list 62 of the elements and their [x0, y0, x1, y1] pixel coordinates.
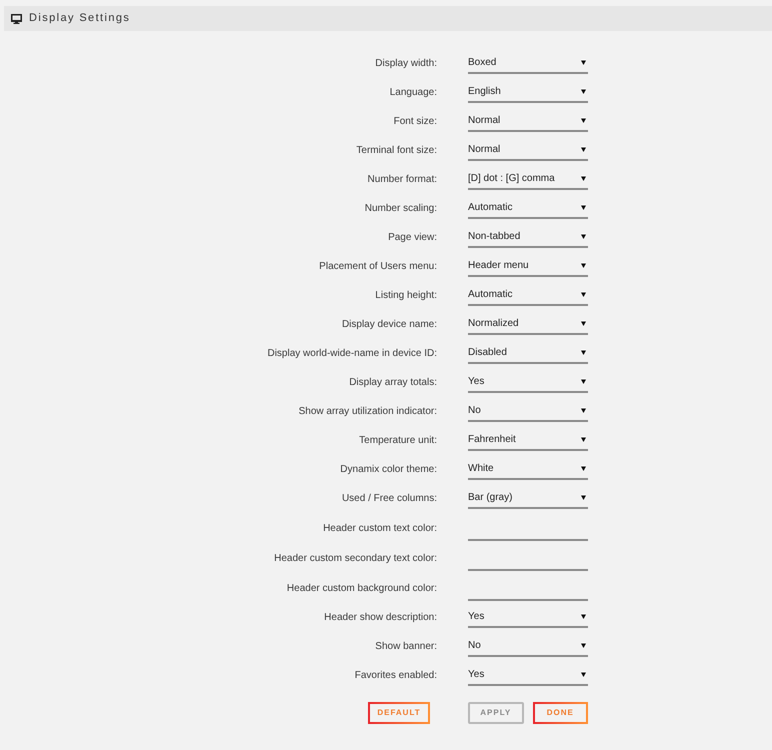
setting-label: Terminal font size: [356, 144, 437, 158]
setting-label: Font size: [394, 115, 437, 129]
setting-label: Placement of Users menu: [319, 260, 437, 274]
dropdown[interactable]: Normalized [468, 314, 588, 334]
dropdown[interactable]: Boxed [468, 54, 588, 74]
caret-icon [581, 643, 586, 648]
setting-label: Header custom text color: [323, 522, 437, 536]
setting-label: Header custom secondary text color: [274, 552, 437, 566]
setting-label: Display width: [375, 57, 437, 71]
setting-label: Header custom background color: [286, 582, 437, 596]
dropdown[interactable]: Normal [468, 112, 588, 132]
dropdown[interactable]: Automatic [468, 198, 588, 218]
caret-icon [581, 466, 586, 471]
setting-label: Show banner: [375, 640, 437, 654]
caret-icon [581, 263, 586, 268]
caret-icon [581, 321, 586, 326]
dropdown[interactable]: Yes [468, 608, 588, 628]
monitor-icon [11, 14, 22, 24]
caret-icon [581, 408, 586, 413]
setting-label: Display world-wide-name in device ID: [267, 347, 437, 361]
caret-icon [581, 495, 586, 500]
dropdown[interactable]: Bar (gray) [468, 488, 588, 508]
caret-icon [581, 118, 586, 123]
caret-icon [581, 379, 586, 384]
caret-icon [581, 614, 586, 619]
setting-label: Page view: [388, 231, 437, 245]
dropdown[interactable]: Yes [468, 666, 588, 686]
setting-label: Favorites enabled: [354, 669, 437, 683]
caret-icon [581, 205, 586, 210]
caret-icon [581, 147, 586, 152]
dropdown[interactable]: Automatic [468, 286, 588, 306]
caret-icon [581, 176, 586, 181]
setting-label: Listing height: [375, 289, 437, 303]
setting-label: Display device name: [342, 318, 437, 332]
dropdown[interactable]: No [468, 402, 588, 422]
dropdown[interactable]: Normal [468, 140, 588, 160]
caret-icon [581, 234, 586, 239]
caret-icon [581, 292, 586, 297]
setting-label: Display array totals: [349, 376, 437, 390]
dropdown[interactable]: English [468, 82, 588, 102]
setting-label: Number format: [368, 173, 437, 187]
setting-label: Temperature unit: [359, 434, 437, 448]
setting-label: Used / Free columns: [342, 492, 437, 506]
setting-label: Number scaling: [364, 202, 437, 216]
setting-label: Header show description: [324, 611, 437, 625]
caret-icon [581, 60, 586, 65]
caret-icon [581, 350, 586, 355]
dropdown[interactable]: Non-tabbed [468, 228, 588, 248]
dropdown[interactable]: Header menu [468, 256, 588, 276]
dropdown[interactable]: Disabled [468, 344, 588, 364]
dropdown[interactable]: No [468, 636, 588, 656]
setting-label: Language: [390, 86, 437, 100]
caret-icon [581, 89, 586, 94]
dropdown[interactable]: Yes [468, 372, 588, 392]
dropdown[interactable]: White [468, 460, 588, 480]
dropdown[interactable]: [D] dot : [G] comma [468, 170, 588, 190]
caret-icon [581, 437, 586, 442]
caret-icon [581, 672, 586, 677]
setting-label: Show array utilization indicator: [298, 405, 437, 419]
setting-label: Dynamix color theme: [340, 463, 437, 477]
dropdown[interactable]: Fahrenheit [468, 430, 588, 450]
section-title: Display Settings [29, 11, 130, 26]
